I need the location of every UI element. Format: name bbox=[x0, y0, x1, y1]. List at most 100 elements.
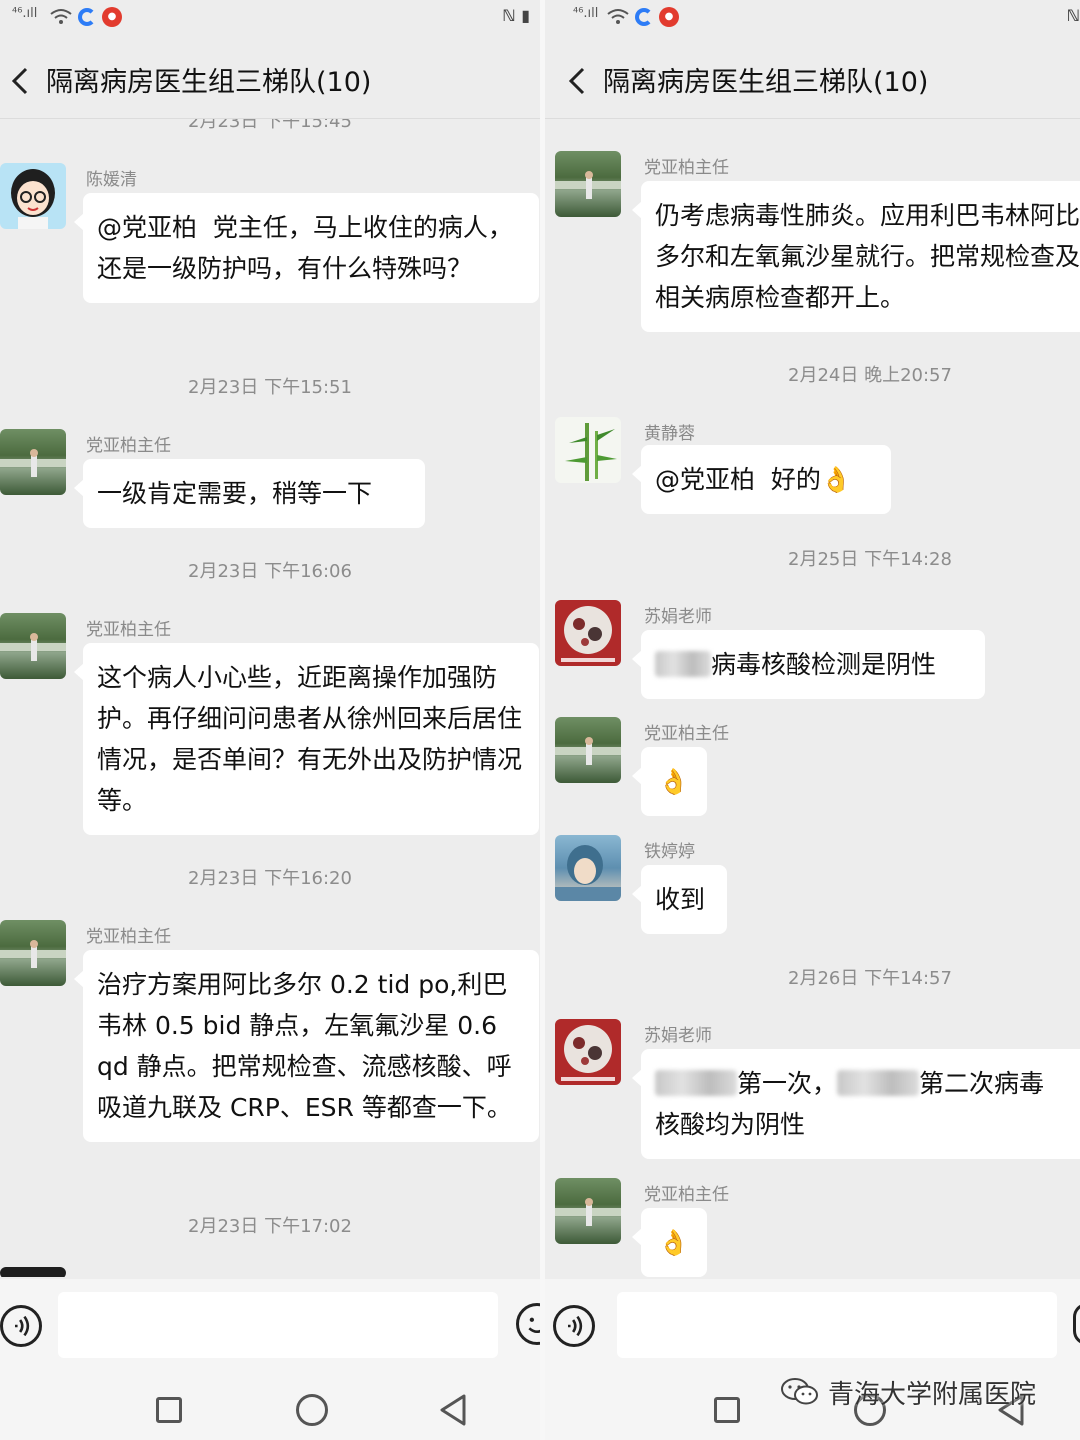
message-text: 这个病人小心些，近距离操作加强防护。再仔细问问患者从徐州回来后居住情况，是否单间… bbox=[97, 663, 523, 815]
timestamp: 2月23日 下午16:06 bbox=[188, 561, 352, 582]
app-notification-icon bbox=[635, 8, 653, 26]
chat-screen-left: ⁴⁶.ıll ● ℕ ▮ 隔离病房医生组三梯队(10) 2月23日 下午15:4… bbox=[0, 0, 540, 1440]
message-bubble[interactable]: 👌 bbox=[632, 1208, 707, 1277]
message-bubble[interactable]: 一级肯定需要，稍等一下 bbox=[74, 459, 425, 528]
message-text: 核酸均为阴性 bbox=[655, 1110, 806, 1139]
sender-name: 黄静蓉 bbox=[644, 424, 695, 444]
message-bubble[interactable]: 病毒核酸检测是阴性 bbox=[632, 630, 985, 699]
nav-back-icon[interactable] bbox=[438, 1393, 468, 1427]
message-bubble[interactable]: @党亚柏 党主任，马上收住的病人，还是一级防护吗，有什么特殊吗？ bbox=[74, 193, 539, 303]
message-text: 收到 bbox=[655, 885, 706, 914]
ok-hand-emoji: 👌 bbox=[658, 767, 690, 796]
landscape-photo-icon bbox=[555, 1198, 621, 1226]
avatar[interactable] bbox=[555, 600, 621, 666]
avatar[interactable] bbox=[0, 1267, 66, 1277]
message-text: 一级肯定需要，稍等一下 bbox=[97, 479, 373, 508]
sender-name: 陈媛清 bbox=[86, 170, 137, 190]
sender-name: 党亚柏主任 bbox=[644, 724, 729, 744]
voice-icon[interactable] bbox=[553, 1305, 595, 1347]
avatar[interactable] bbox=[555, 1178, 621, 1244]
emoji-icon[interactable] bbox=[1073, 1303, 1080, 1345]
timestamp: 2月24日 晚上20:57 bbox=[788, 365, 952, 386]
avatar[interactable] bbox=[555, 717, 621, 783]
voice-icon[interactable] bbox=[0, 1305, 42, 1347]
watermark-text: 青海大学附属医院 bbox=[828, 1379, 1037, 1410]
back-chevron-icon[interactable] bbox=[8, 66, 32, 96]
message-bubble[interactable]: 收到 bbox=[632, 865, 727, 934]
message-text: 第二次病毒 bbox=[919, 1069, 1045, 1098]
avatar[interactable] bbox=[555, 1019, 621, 1085]
input-bar bbox=[545, 1279, 1080, 1373]
sender-name: 苏娟老师 bbox=[644, 607, 712, 627]
sender-name: 党亚柏主任 bbox=[644, 158, 729, 178]
sender-name: 党亚柏主任 bbox=[86, 927, 171, 947]
message-bubble[interactable]: 👌 bbox=[632, 747, 707, 816]
message-bubble[interactable]: 治疗方案用阿比多尔 0.2 tid po,利巴韦林 0.5 bid 静点，左氧氟… bbox=[74, 950, 539, 1142]
redacted-text bbox=[837, 1070, 920, 1096]
message-list[interactable]: 党亚柏主任 仍考虑病毒性肺炎。应用利巴韦林阿比多尔和左氧氟沙星就行。把常规检查及… bbox=[545, 119, 1080, 1277]
timestamp: 2月26日 下午14:57 bbox=[788, 968, 952, 989]
message-bubble[interactable]: @党亚柏 好的👌 bbox=[632, 445, 891, 514]
timestamp: 2月23日 下午16:20 bbox=[188, 868, 352, 889]
input-bar bbox=[0, 1279, 540, 1373]
nfc-icon: ℕ bbox=[1066, 6, 1080, 25]
app-notification-icon bbox=[78, 8, 96, 26]
avatar[interactable] bbox=[555, 151, 621, 217]
flower-photo-icon bbox=[555, 600, 621, 666]
status-bar: ⁴⁶.ıll ● ℕ bbox=[545, 0, 1080, 34]
title-bar: 隔离病房医生组三梯队(10) bbox=[545, 44, 1080, 116]
chat-screen-right: ⁴⁶.ıll ● ℕ 隔离病房医生组三梯队(10) 党亚柏主任 仍考虑病毒性肺炎… bbox=[545, 0, 1080, 1440]
message-list[interactable]: 2月23日 下午15:45 陈媛清 @党亚柏 党主任，马上收住的病人，还是一级防… bbox=[0, 119, 540, 1277]
chat-title: 隔离病房医生组三梯队(10) bbox=[46, 67, 372, 98]
nav-square-icon[interactable] bbox=[156, 1397, 182, 1423]
timestamp: 2月23日 下午17:02 bbox=[188, 1216, 352, 1237]
message-bubble[interactable]: 第一次， 第二次病毒 核酸均为阴性 bbox=[632, 1049, 1080, 1159]
avatar[interactable] bbox=[0, 163, 66, 229]
message-bubble[interactable]: 这个病人小心些，近距离操作加强防护。再仔细问问患者从徐州回来后居住情况，是否单间… bbox=[74, 643, 539, 835]
landscape-photo-icon bbox=[0, 940, 66, 968]
wechat-icon bbox=[781, 1378, 818, 1405]
sender-name: 党亚柏主任 bbox=[86, 436, 171, 456]
message-text: 治疗方案用阿比多尔 0.2 tid po,利巴韦林 0.5 bid 静点，左氧氟… bbox=[97, 970, 512, 1122]
nav-circle-icon[interactable] bbox=[296, 1394, 328, 1426]
flower-photo-icon bbox=[555, 1019, 621, 1085]
avatar[interactable] bbox=[555, 835, 621, 901]
message-bubble[interactable]: 仍考虑病毒性肺炎。应用利巴韦林阿比多尔和左氧氟沙星就行。把常规检查及相关病原检查… bbox=[632, 181, 1080, 332]
timestamp: 2月25日 下午14:28 bbox=[788, 549, 952, 570]
nav-square-icon[interactable] bbox=[714, 1397, 740, 1423]
sender-name: 党亚柏主任 bbox=[644, 1185, 729, 1205]
wifi-icon bbox=[607, 9, 629, 24]
sender-name: 党亚柏主任 bbox=[86, 620, 171, 640]
title-bar: 隔离病房医生组三梯队(10) bbox=[0, 44, 540, 116]
navigation-bar bbox=[0, 1373, 540, 1440]
avatar[interactable] bbox=[555, 417, 621, 483]
message-text: @党亚柏 好的👌 bbox=[655, 465, 853, 494]
avatar[interactable] bbox=[0, 429, 66, 495]
signal-icon: ⁴⁶.ıll bbox=[573, 6, 599, 21]
ok-hand-emoji: 👌 bbox=[658, 1228, 690, 1257]
message-text: 第一次， bbox=[737, 1069, 838, 1098]
redacted-text bbox=[655, 1070, 737, 1096]
avatar[interactable] bbox=[0, 613, 66, 679]
message-input[interactable] bbox=[58, 1292, 498, 1358]
cartoon-avatar-icon bbox=[11, 169, 55, 229]
bamboo-icon bbox=[565, 423, 617, 481]
watermark: 青海大学附属医院 bbox=[780, 1372, 1036, 1412]
avatar[interactable] bbox=[0, 920, 66, 986]
back-chevron-icon[interactable] bbox=[565, 66, 589, 96]
message-text: @党亚柏 党主任，马上收住的病人，还是一级防护吗，有什么特殊吗？ bbox=[97, 213, 513, 283]
sender-name: 铁婷婷 bbox=[644, 842, 695, 862]
timestamp: 2月23日 下午15:51 bbox=[188, 377, 352, 398]
landscape-photo-icon bbox=[555, 737, 621, 765]
wifi-icon bbox=[50, 9, 72, 24]
signal-icon: ⁴⁶.ıll bbox=[12, 6, 38, 21]
sender-name: 苏娟老师 bbox=[644, 1026, 712, 1046]
nfc-battery-icon: ℕ ▮ bbox=[502, 6, 530, 25]
landscape-photo-icon bbox=[0, 633, 66, 661]
landscape-photo-icon bbox=[0, 449, 66, 477]
redacted-text bbox=[655, 651, 711, 677]
emoji-icon[interactable] bbox=[516, 1303, 540, 1345]
message-input[interactable] bbox=[617, 1292, 1057, 1358]
app-badge-icon: ● bbox=[659, 7, 679, 27]
portrait-photo-icon bbox=[555, 845, 621, 901]
